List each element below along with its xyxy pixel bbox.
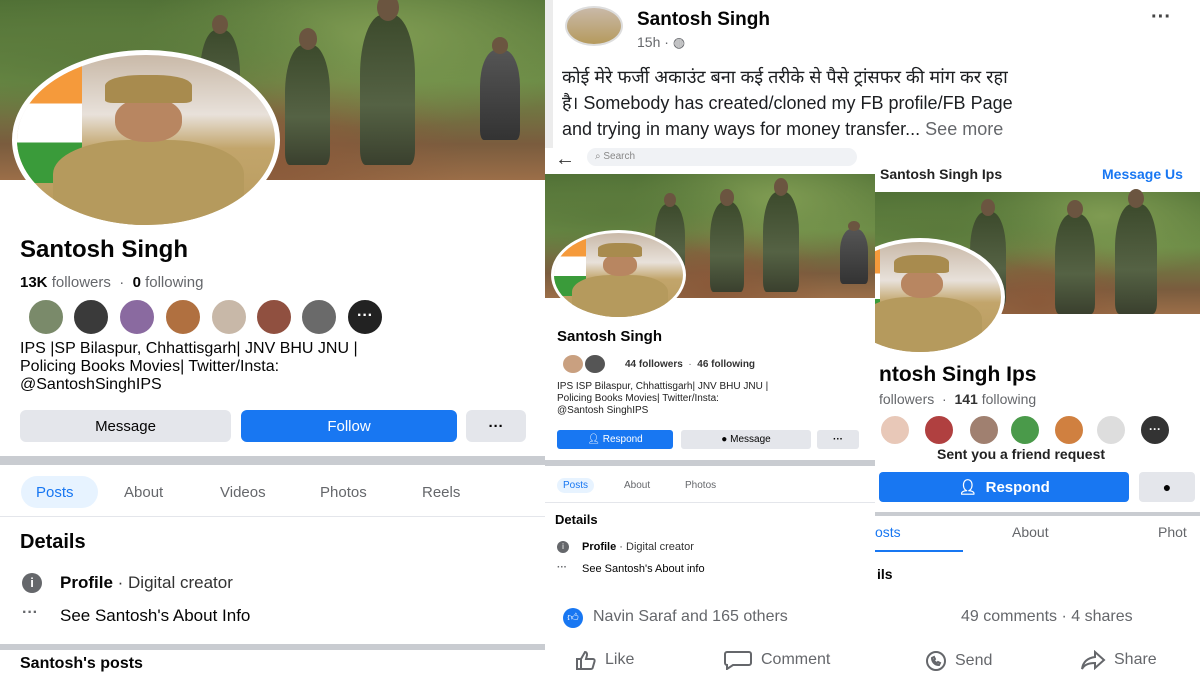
- right-tab-photos[interactable]: Phot: [1158, 524, 1187, 540]
- tabs-divider: [0, 516, 545, 517]
- mid-details-heading: Details: [555, 512, 598, 527]
- mid-message-button[interactable]: ● Message: [681, 430, 811, 449]
- see-more-link[interactable]: See more: [925, 119, 1003, 139]
- mid-avatar-1: [563, 355, 583, 373]
- more-friends-icon[interactable]: ···: [346, 298, 384, 336]
- mid-section-divider: [545, 460, 875, 466]
- comment-icon: [724, 651, 752, 670]
- comment-button[interactable]: Comment: [723, 650, 830, 670]
- avatar[interactable]: [27, 298, 65, 336]
- details-heading: Details: [20, 531, 86, 553]
- message-button[interactable]: Message: [20, 410, 231, 442]
- mid-bio: IPS ISP Bilaspur, Chhattisgarh| JNV BHU …: [557, 381, 769, 416]
- whatsapp-icon: [926, 651, 946, 671]
- avatar[interactable]: [72, 298, 110, 336]
- avatar[interactable]: [118, 298, 156, 336]
- profile-picture[interactable]: [12, 50, 280, 230]
- avatar[interactable]: [164, 298, 202, 336]
- post-card: Santosh Singh 15h · ◍ ··· कोई मेरे फर्जी…: [553, 0, 1200, 148]
- tab-videos[interactable]: Videos: [220, 484, 266, 501]
- right-tab-posts-underline: [875, 550, 963, 552]
- right-header-name: Santosh Singh Ips: [880, 166, 1003, 182]
- mid-about-info-link[interactable]: See Santosh's About info: [582, 563, 705, 575]
- avatar[interactable]: [1053, 414, 1085, 446]
- section-divider: [0, 456, 545, 465]
- right-details-partial: ils: [877, 566, 893, 582]
- right-section-divider: [875, 512, 1200, 516]
- mid-respond-button[interactable]: 👤︎ Respond: [557, 430, 673, 449]
- mid-avatar-2: [585, 355, 605, 373]
- follow-stats: 13K followers · 0 following: [20, 274, 204, 291]
- mid-tab-about[interactable]: About: [624, 480, 650, 491]
- profile-category: Profile · Digital creator: [60, 573, 233, 592]
- add-friend-icon: 👤︎: [587, 434, 600, 445]
- right-tab-posts[interactable]: osts: [875, 524, 901, 540]
- like-button[interactable]: Like: [575, 650, 634, 670]
- bio: IPS |SP Bilaspur, Chhattisgarh| JNV BHU …: [20, 340, 358, 393]
- search-input[interactable]: ⌕ Search: [587, 148, 857, 166]
- friend-request-text: Sent you a friend request: [937, 446, 1106, 462]
- avatar[interactable]: [210, 298, 248, 336]
- search-icon: ⌕: [595, 151, 601, 162]
- mid-more-button[interactable]: ···: [817, 430, 859, 449]
- tab-posts-label[interactable]: Posts: [36, 484, 74, 501]
- post-time: 15h · ◍: [637, 34, 686, 50]
- tab-photos[interactable]: Photos: [320, 484, 367, 501]
- composite-screenshot: Santosh Singh 13K followers · 0 followin…: [0, 0, 1200, 675]
- mid-profile-picture[interactable]: [551, 230, 686, 320]
- messenger-icon: ●: [721, 434, 728, 445]
- mid-profile-name: Santosh Singh: [557, 328, 662, 345]
- posts-heading: Santosh's posts: [20, 655, 143, 672]
- follow-button[interactable]: Follow: [241, 410, 457, 442]
- posts-divider: [0, 644, 545, 650]
- author-avatar[interactable]: [565, 6, 623, 46]
- avatar[interactable]: [300, 298, 338, 336]
- share-button[interactable]: Share: [1080, 650, 1157, 670]
- post-options-icon[interactable]: ···: [1151, 6, 1171, 29]
- profile-name: Santosh Singh: [20, 236, 188, 263]
- mid-profile-category: Profile · Digital creator: [582, 541, 694, 553]
- avatar[interactable]: [879, 414, 911, 446]
- fake-profile-screenshot-1: ← ⌕ Search Santosh Singh 44 followers · …: [545, 148, 875, 594]
- tab-reels[interactable]: Reels: [422, 484, 460, 501]
- more-friends-icon[interactable]: ···: [1139, 414, 1171, 446]
- about-info-link[interactable]: See Santosh's About Info: [60, 606, 250, 626]
- mid-tab-photos[interactable]: Photos: [685, 480, 716, 491]
- avatar[interactable]: [255, 298, 293, 336]
- mid-ellipsis-icon: ···: [557, 562, 567, 573]
- share-icon: [1081, 650, 1106, 670]
- mid-info-icon: i: [557, 541, 569, 553]
- right-tab-about[interactable]: About: [1012, 524, 1049, 540]
- right-profile-name: ntosh Singh Ips: [879, 363, 1037, 386]
- globe-icon: ◍: [672, 34, 686, 50]
- avatar[interactable]: [923, 414, 955, 446]
- reactions-summary[interactable]: Navin Saraf and 165 others: [593, 608, 788, 626]
- info-icon: i: [22, 573, 42, 593]
- avatar[interactable]: [1009, 414, 1041, 446]
- comments-shares[interactable]: 49 comments · 4 shares: [961, 608, 1133, 626]
- avatar[interactable]: [968, 414, 1000, 446]
- add-friend-icon: 👤︎: [958, 479, 978, 496]
- left-profile-panel: Santosh Singh 13K followers · 0 followin…: [0, 0, 545, 675]
- right-respond-button[interactable]: 👤︎ Respond: [879, 472, 1129, 502]
- post-text: कोई मेरे फर्जी अकाउंट बना कई तरीके से पै…: [562, 67, 1013, 139]
- like-icon: [576, 650, 596, 670]
- like-reaction-icon: 👍︎: [563, 608, 583, 628]
- mid-tabs-divider: [545, 502, 875, 503]
- back-arrow-icon[interactable]: ←: [555, 148, 575, 171]
- message-us-link[interactable]: Message Us: [1102, 166, 1183, 182]
- send-button[interactable]: Send: [925, 650, 992, 672]
- avatar[interactable]: [1095, 414, 1127, 446]
- fake-profile-screenshot-2: Santosh Singh Ips Message Us ntosh Singh…: [875, 148, 1200, 594]
- mid-follow-stats: 44 followers · 46 following: [625, 359, 756, 370]
- tab-about[interactable]: About: [124, 484, 163, 501]
- post-author[interactable]: Santosh Singh: [637, 9, 770, 31]
- right-messenger-button[interactable]: ●: [1139, 472, 1195, 502]
- ellipsis-icon: ···: [22, 604, 38, 621]
- right-follow-stats: followers · 141 following: [879, 391, 1037, 407]
- mid-tab-posts[interactable]: Posts: [557, 478, 595, 493]
- post-footer: 👍︎ Navin Saraf and 165 others 49 comment…: [545, 594, 1200, 675]
- more-options-button[interactable]: ···: [466, 410, 526, 442]
- messenger-icon: ●: [1162, 479, 1172, 495]
